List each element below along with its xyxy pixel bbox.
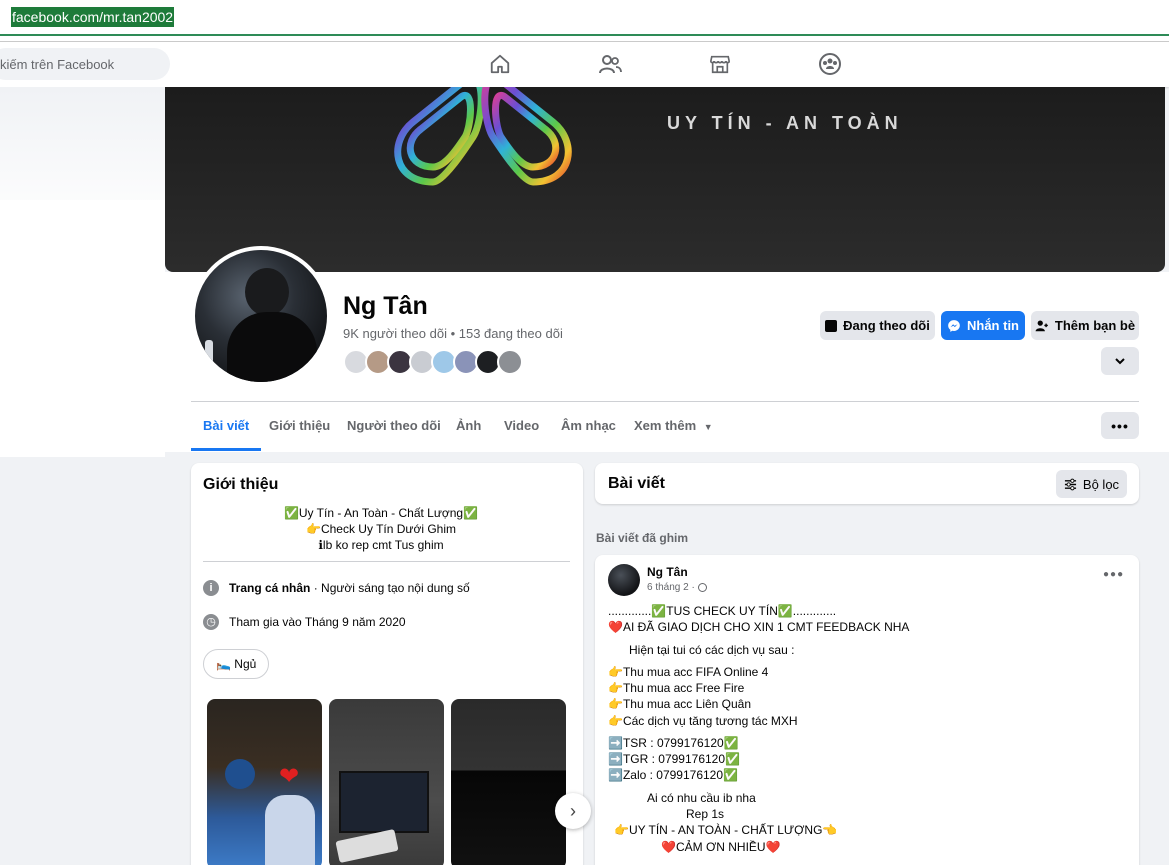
photo-sticker	[335, 829, 399, 863]
photo-figure	[265, 795, 315, 865]
photo-screen	[339, 771, 429, 833]
tab-followers[interactable]: Người theo dõi	[347, 405, 441, 451]
tab-music[interactable]: Âm nhạc	[561, 405, 616, 451]
header-divider	[191, 401, 1139, 402]
pinned-label: Bài viết đã ghim	[596, 531, 689, 545]
cover-logo-icon	[394, 87, 572, 186]
message-label: Nhắn tin	[967, 318, 1019, 333]
profile-avatar[interactable]	[191, 246, 331, 386]
post-time[interactable]: 6 tháng 2 ·	[647, 582, 695, 593]
message-button[interactable]: Nhắn tin	[941, 311, 1025, 340]
posts-header-card: Bài viết Bộ lọc	[595, 463, 1139, 504]
featured-photo[interactable]	[451, 699, 566, 865]
globe-icon	[697, 583, 707, 592]
post-text-line: .............✅TUS CHECK UY TÍN✅.........…	[608, 604, 837, 618]
post-options-icon[interactable]: ●●●	[1103, 569, 1124, 580]
post-text-line: 👉Thu mua acc FIFA Online 4	[608, 665, 769, 679]
featured-photo[interactable]: ❤	[207, 699, 322, 865]
posts-title: Bài viết	[608, 475, 665, 492]
following-label: Đang theo dõi	[843, 318, 930, 333]
joined-text: Tham gia vào Tháng 9 năm 2020	[229, 615, 406, 629]
url-text[interactable]: facebook.com/mr.tan2002	[11, 7, 175, 27]
photo-figure	[225, 759, 255, 789]
following-button[interactable]: Đang theo dõi	[820, 311, 935, 340]
home-icon[interactable]	[488, 52, 512, 76]
post-text-line: Hiện tại tui có các dịch vụ sau :	[629, 643, 795, 657]
tab-photos[interactable]: Ảnh	[456, 405, 481, 451]
friend-avatar[interactable]	[497, 349, 523, 375]
tab-posts[interactable]: Bài viết	[191, 405, 262, 451]
profile-category-desc: · Người sáng tạo nội dung số	[310, 581, 470, 595]
tab-more-label: Xem thêm	[634, 418, 697, 433]
status-chip[interactable]: 🛌 Ngủ	[203, 649, 270, 679]
following-icon	[825, 319, 838, 332]
post-text-line: 👉UY TÍN - AN TOÀN - CHẤT LƯỢNG👈	[614, 823, 838, 837]
facebook-top-nav: kiếm trên Facebook	[0, 42, 1169, 87]
search-input[interactable]: kiếm trên Facebook	[0, 48, 170, 80]
friends-icon[interactable]	[598, 52, 622, 76]
intro-card: Giới thiệu ✅Uy Tín - An Toàn - Chất Lượn…	[191, 463, 591, 865]
tabs-more-button[interactable]: •••	[1101, 412, 1139, 439]
follow-stats[interactable]: 9K người theo dõi • 153 đang theo dõi	[343, 326, 563, 341]
post-text-line: ➡️TSR : 0799176120✅	[608, 736, 739, 750]
avatar-bg-light	[205, 340, 213, 364]
header-background-left	[0, 200, 165, 452]
status-chip-label: 🛌 Ngủ	[216, 657, 257, 671]
post-author-avatar[interactable]	[608, 564, 640, 596]
add-friend-icon	[1035, 319, 1048, 331]
post-text-line: ❤️CẢM ƠN NHIỀU❤️	[661, 840, 781, 854]
avatar-head	[245, 268, 289, 316]
photos-next-button[interactable]: ›	[555, 793, 591, 829]
more-actions-button[interactable]	[1101, 347, 1139, 375]
cover-photo[interactable]: UY TÍN - AN TOÀN	[165, 87, 1165, 272]
post-text-line: ➡️TGR : 0799176120✅	[608, 752, 740, 766]
post-text-line: 👉Thu mua acc Liên Quân	[608, 697, 752, 711]
post-text-line: Rep 1s	[686, 807, 725, 821]
browser-url-bar[interactable]: facebook.com/mr.tan2002	[0, 0, 1169, 36]
clock-icon: ◷	[203, 614, 219, 630]
add-friend-label: Thêm bạn bè	[1054, 318, 1136, 333]
intro-divider	[203, 561, 570, 562]
featured-photo[interactable]	[329, 699, 444, 865]
caret-down-icon: ▼	[703, 422, 713, 432]
tab-about[interactable]: Giới thiệu	[269, 405, 330, 451]
groups-icon[interactable]	[818, 52, 842, 76]
post-text-line: ➡️Zalo : 0799176120✅	[608, 768, 738, 782]
heart-icon: ❤	[279, 763, 300, 790]
post-author-name[interactable]: Ng Tân	[647, 565, 688, 579]
joined-row: ◷ Tham gia vào Tháng 9 năm 2020	[203, 614, 406, 630]
info-icon: i	[203, 580, 219, 596]
post-text-line: ❤️AI ĐÃ GIAO DỊCH CHO XIN 1 CMT FEEDBACK…	[608, 620, 910, 634]
intro-title: Giới thiệu	[203, 476, 279, 493]
avatar-body	[227, 312, 317, 382]
post-text-line: 👉Thu mua acc Free Fire	[608, 681, 745, 695]
bio-line: ℹlb ko rep cmt Tus ghim	[318, 538, 444, 552]
profile-category-row: i Trang cá nhân · Người sáng tạo nội dun…	[203, 580, 470, 596]
filter-button[interactable]: Bộ lọc	[1056, 470, 1127, 498]
pinned-post: Ng Tân 6 tháng 2 · ●●● .............✅TUS…	[595, 555, 1139, 865]
search-placeholder: kiếm trên Facebook	[0, 57, 115, 72]
chevron-right-icon: ›	[570, 800, 576, 821]
profile-name: Ng Tân	[343, 292, 428, 320]
filter-label: Bộ lọc	[1082, 476, 1120, 492]
post-text-line: Ai có nhu cầu ib nha	[647, 791, 756, 805]
tab-more[interactable]: Xem thêm ▼	[634, 405, 713, 451]
post-text-line: 👉Các dịch vụ tăng tương tác MXH	[608, 714, 798, 728]
chevron-down-icon	[1115, 358, 1125, 365]
add-friend-button[interactable]: Thêm bạn bè	[1031, 311, 1139, 340]
post-meta: 6 tháng 2 ·	[647, 582, 707, 593]
ellipsis-icon: •••	[1111, 417, 1129, 434]
marketplace-icon[interactable]	[708, 52, 732, 76]
tab-videos[interactable]: Video	[504, 405, 539, 451]
messenger-icon	[948, 319, 960, 332]
cover-slogan: UY TÍN - AN TOÀN	[667, 113, 903, 133]
profile-category-label: Trang cá nhân	[229, 581, 311, 595]
bio-line: ✅Uy Tín - An Toàn - Chất Lượng✅	[283, 506, 479, 520]
bio-line: 👉Check Uy Tín Dưới Ghim	[306, 522, 456, 536]
filter-icon	[1064, 478, 1076, 490]
